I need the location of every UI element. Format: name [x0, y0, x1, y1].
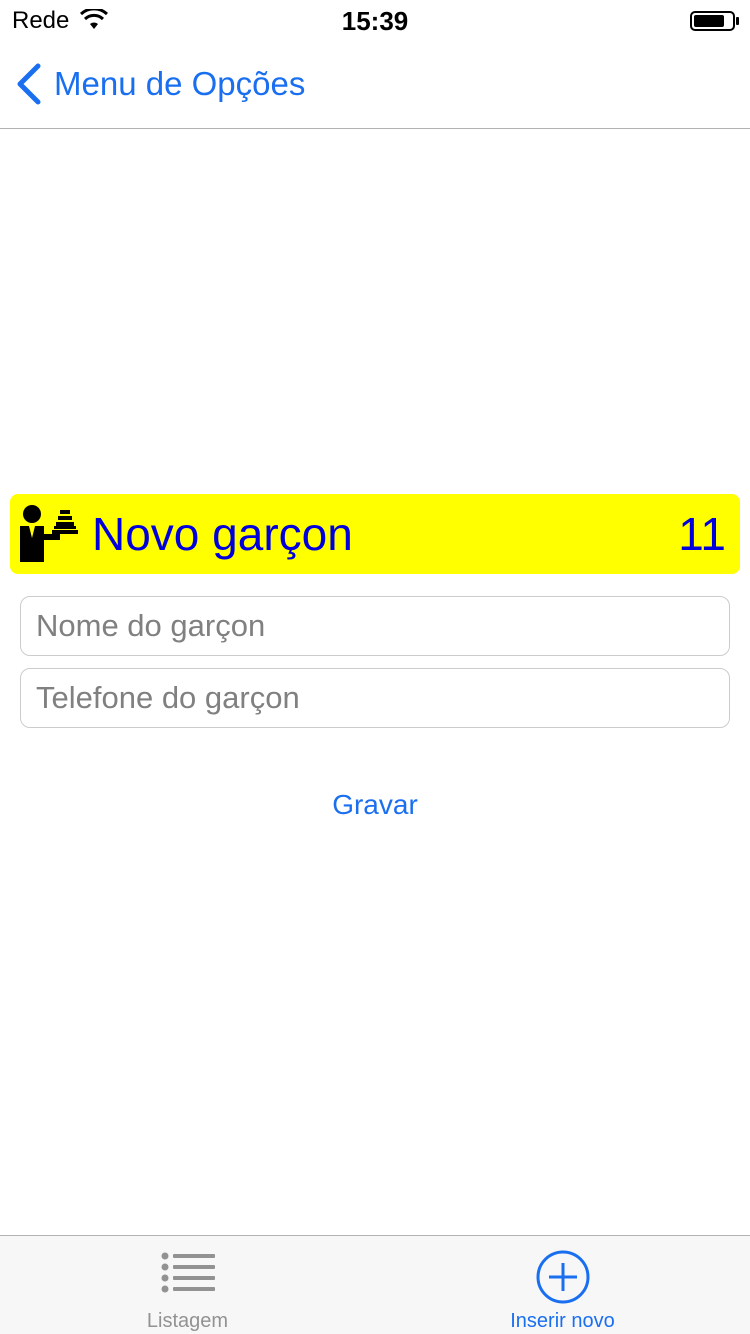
tab-bar: Listagem Inserir novo	[0, 1235, 750, 1334]
back-button-label: Menu de Opções	[54, 65, 306, 102]
tab-label-inserir-novo: Inserir novo	[510, 1310, 615, 1332]
waiter-icon	[20, 505, 78, 562]
waiter-count: 11	[678, 508, 726, 560]
save-button-row: Gravar	[0, 786, 750, 824]
chevron-left-icon	[17, 63, 41, 105]
list-icon	[161, 1252, 215, 1293]
battery-icon	[690, 11, 739, 31]
save-button[interactable]: Gravar	[322, 786, 428, 824]
waiter-phone-input[interactable]	[20, 668, 730, 728]
tab-label-listagem: Listagem	[146, 1310, 229, 1332]
tab-inserir-novo[interactable]: Inserir novo	[375, 1236, 750, 1334]
waiter-name-input[interactable]	[20, 596, 730, 656]
back-button[interactable]: Menu de Opções	[14, 60, 305, 108]
header-banner: Novo garçon 11	[10, 494, 740, 574]
plus-circle-icon	[536, 1250, 589, 1304]
status-bar: Rede 15:39	[0, 0, 750, 40]
page-title: Novo garçon	[92, 508, 353, 560]
tab-listagem[interactable]: Listagem	[0, 1236, 375, 1334]
navigation-bar: Menu de Opções	[0, 40, 750, 129]
status-time: 15:39	[341, 6, 409, 36]
